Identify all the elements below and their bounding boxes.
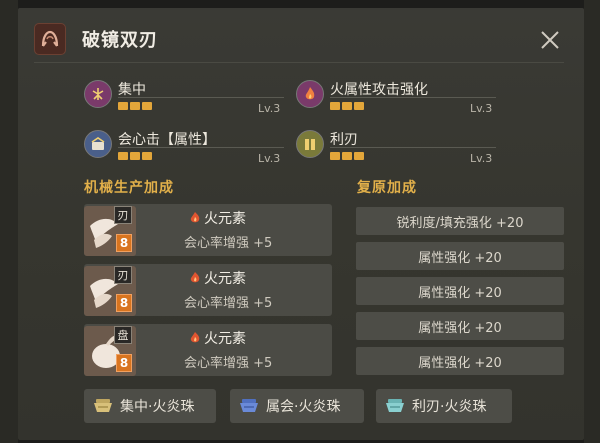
restore-bonus-heading: 复原加成 [357, 180, 417, 196]
critical-element-skill-icon [84, 130, 112, 158]
jewel-label: 集中·火炎珠 [120, 399, 195, 415]
weapon-type-icon [34, 23, 66, 55]
skill-underline [330, 147, 496, 148]
right-backdrop [584, 0, 600, 443]
skill-underline [118, 97, 284, 98]
skill-name: 集中 [118, 82, 146, 98]
fire-element-icon [190, 212, 200, 223]
jewel-slot[interactable]: 集中·火炎珠 [84, 389, 216, 423]
restore-bonus-item[interactable]: 属性强化 +20 [356, 312, 564, 340]
skill-level: Lv.3 [258, 102, 281, 115]
fire-element-icon [190, 272, 200, 283]
header: 破镜双刃 [34, 22, 158, 56]
skill-level: Lv.3 [258, 152, 281, 165]
level-pip [142, 102, 152, 110]
part-type-badge: 刃 [114, 206, 132, 224]
fire-attack-skill-icon [296, 80, 324, 108]
skill-item-fire-attack[interactable]: 火属性攻击强化 Lv.3 [296, 80, 496, 120]
skill-level: Lv.3 [470, 152, 493, 165]
jewel-icon [92, 396, 114, 416]
craft-bonus-card[interactable]: 刃 8 火元素 会心率增强 +5 [84, 204, 332, 256]
part-level-badge: 8 [116, 294, 132, 312]
element-label: 火元素 [204, 211, 246, 227]
level-pip [354, 152, 364, 160]
skill-name: 会心击【属性】 [118, 132, 216, 148]
restore-bonus-item[interactable]: 属性强化 +20 [356, 347, 564, 375]
level-pip [330, 102, 340, 110]
skill-underline [330, 97, 496, 98]
jewel-icon [238, 396, 260, 416]
level-pip [330, 152, 340, 160]
level-pip [118, 152, 128, 160]
left-backdrop [0, 0, 18, 443]
skill-level-pips [118, 152, 152, 160]
element-label: 火元素 [204, 271, 246, 287]
skill-underline [118, 147, 284, 148]
level-pip [142, 152, 152, 160]
skill-name: 利刃 [330, 132, 358, 148]
skill-item-critical-element[interactable]: 会心击【属性】 Lv.3 [84, 130, 284, 170]
jewel-slot[interactable]: 属会·火炎珠 [230, 389, 364, 423]
jewel-icon [384, 396, 406, 416]
level-pip [118, 102, 128, 110]
jewel-slot[interactable]: 利刃·火炎珠 [376, 389, 512, 423]
level-pip [354, 102, 364, 110]
bonus-description: 会心率增强 +5 [184, 236, 273, 251]
restore-bonus-item[interactable]: 属性强化 +20 [356, 242, 564, 270]
skill-level-pips [330, 152, 364, 160]
fire-element-icon [190, 332, 200, 343]
skill-item-razor-sharp[interactable]: 利刃 Lv.3 [296, 130, 496, 170]
skill-level: Lv.3 [470, 102, 493, 115]
machine-bonus-heading: 机械生产加成 [84, 180, 174, 196]
element-label: 火元素 [204, 331, 246, 347]
skill-level-pips [330, 102, 364, 110]
level-pip [342, 102, 352, 110]
skill-item-focus[interactable]: 集中 Lv.3 [84, 80, 284, 120]
part-type-badge: 刃 [114, 266, 132, 284]
restore-bonus-item[interactable]: 锐利度/填充强化 +20 [356, 207, 564, 235]
level-pip [130, 102, 140, 110]
level-pip [130, 152, 140, 160]
jewel-label: 属会·火炎珠 [266, 399, 341, 415]
bonus-description: 会心率增强 +5 [184, 296, 273, 311]
bonus-description: 会心率增强 +5 [184, 356, 273, 371]
skill-level-pips [118, 102, 152, 110]
jewel-label: 利刃·火炎珠 [412, 399, 487, 415]
header-divider [34, 62, 564, 63]
part-level-badge: 8 [116, 234, 132, 252]
focus-skill-icon [84, 80, 112, 108]
craft-bonus-card[interactable]: 盘 8 火元素 会心率增强 +5 [84, 324, 332, 376]
restore-bonus-item[interactable]: 属性强化 +20 [356, 277, 564, 305]
part-type-badge: 盘 [114, 326, 132, 344]
level-pip [342, 152, 352, 160]
craft-bonus-card[interactable]: 刃 8 火元素 会心率增强 +5 [84, 264, 332, 316]
close-icon [541, 31, 559, 49]
razor-sharp-skill-icon [296, 130, 324, 158]
part-level-badge: 8 [116, 354, 132, 372]
page-title: 破镜双刃 [82, 30, 158, 51]
skill-name: 火属性攻击强化 [330, 82, 428, 98]
close-button[interactable] [536, 26, 564, 54]
